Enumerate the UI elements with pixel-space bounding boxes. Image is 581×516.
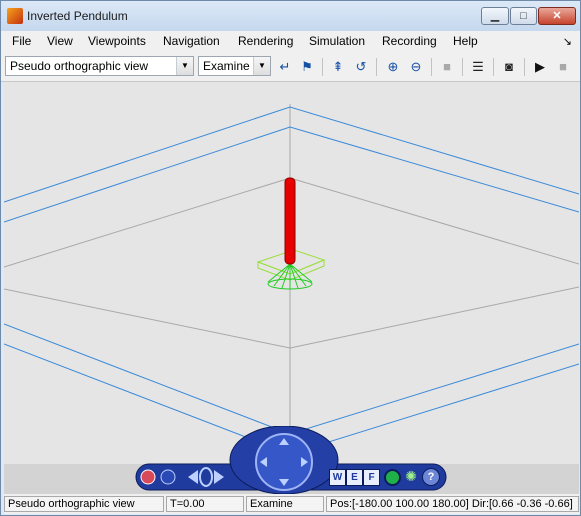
navigation-select[interactable]: Examine ▼ (198, 56, 271, 76)
menu-bar: File View Viewpoints Navigation Renderin… (1, 31, 580, 54)
3d-viewport[interactable]: W E F ✺ ? (4, 82, 579, 494)
chevron-down-icon: ▼ (176, 57, 193, 75)
menu-view[interactable]: View (47, 34, 73, 48)
examine-mode-button[interactable]: E (346, 469, 363, 486)
block-parameters-icon[interactable]: ☰ (468, 57, 488, 77)
flag-viewpoint-icon[interactable]: ⚑ (297, 57, 317, 77)
play-icon[interactable]: ▶ (530, 57, 550, 77)
status-bar: Pseudo orthographic view T=0.00 Examine … (4, 494, 579, 514)
viewpoint-select-value: Pseudo orthographic view (10, 59, 149, 73)
matlab-app-icon (7, 8, 23, 24)
chevron-down-icon: ▼ (253, 57, 270, 75)
toolbar-separator (462, 58, 463, 76)
window-title: Inverted Pendulum (27, 9, 128, 23)
status-position: Pos:[-180.00 100.00 180.00] Dir:[0.66 -0… (326, 496, 579, 512)
undo-move-icon[interactable]: ↺ (351, 57, 371, 77)
app-window: Inverted Pendulum ▁ □ ✕ File View Viewpo… (0, 0, 581, 516)
headlight-icon[interactable] (384, 469, 401, 486)
camera-snapshot-icon[interactable]: ◙ (499, 57, 519, 77)
menu-recording[interactable]: Recording (382, 34, 437, 48)
menu-dock-arrow-icon[interactable]: ↘ (563, 35, 572, 48)
record-icon[interactable]: ■ (437, 57, 457, 77)
toolbar: Pseudo orthographic view ▼ Examine ▼ ↵ ⚑… (1, 53, 580, 82)
menu-navigation[interactable]: Navigation (163, 34, 220, 48)
close-button[interactable]: ✕ (538, 7, 576, 25)
viewpoint-select[interactable]: Pseudo orthographic view ▼ (5, 56, 194, 76)
navigation-select-value: Examine (203, 59, 250, 73)
toolbar-separator (493, 58, 494, 76)
maximize-button[interactable]: □ (510, 7, 537, 25)
status-time: T=0.00 (166, 496, 244, 512)
stop-icon[interactable]: ■ (553, 57, 573, 77)
pendulum-rod (284, 177, 296, 265)
menu-help[interactable]: Help (453, 34, 478, 48)
return-to-viewpoint-icon[interactable]: ↵ (275, 57, 295, 77)
toolbar-separator (322, 58, 323, 76)
toolbar-separator (524, 58, 525, 76)
fly-mode-button[interactable]: F (363, 469, 380, 486)
help-button[interactable]: ? (422, 468, 440, 486)
light-icon[interactable]: ✺ (402, 467, 420, 485)
straighten-up-icon[interactable]: ⇞ (328, 57, 348, 77)
toolbar-separator (376, 58, 377, 76)
axis-lines (4, 106, 579, 455)
walk-mode-button[interactable]: W (329, 469, 346, 486)
title-bar: Inverted Pendulum ▁ □ ✕ (1, 1, 580, 31)
menu-rendering[interactable]: Rendering (238, 34, 293, 48)
menu-simulation[interactable]: Simulation (309, 34, 365, 48)
minimize-nav-icon[interactable] (160, 469, 176, 485)
close-nav-icon[interactable] (140, 469, 156, 485)
zoom-in-icon[interactable]: ⊕ (383, 57, 403, 77)
zoom-out-icon[interactable]: ⊖ (406, 57, 426, 77)
menu-viewpoints[interactable]: Viewpoints (88, 34, 146, 48)
toolbar-separator (431, 58, 432, 76)
status-mode: Examine (246, 496, 324, 512)
minimize-button[interactable]: ▁ (481, 7, 509, 25)
status-view: Pseudo orthographic view (4, 496, 164, 512)
menu-file[interactable]: File (12, 34, 31, 48)
